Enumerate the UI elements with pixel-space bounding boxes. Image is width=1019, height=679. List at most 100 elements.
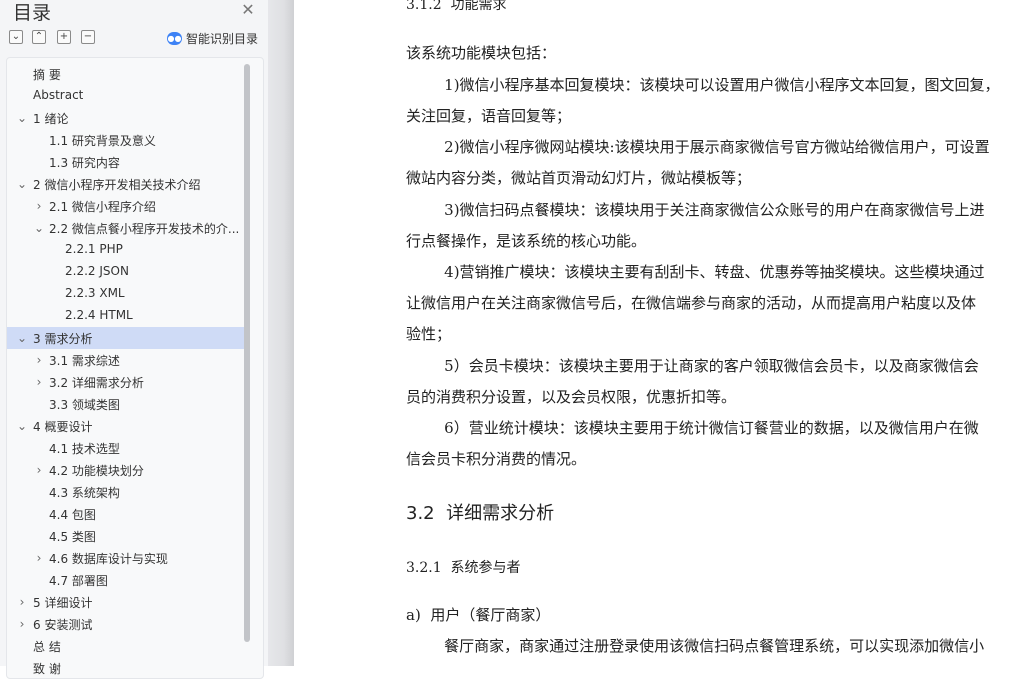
chevron-down-icon[interactable]: ⌄	[33, 221, 45, 235]
toc-sidebar: 目录 ✕ ⌄ ⌃ + − ●● 智能识别目录 摘 要 Abstract ⌄ 1 绪论 1…	[0, 0, 268, 679]
toc-item[interactable]: › 3.2 详细需求分析	[7, 371, 245, 393]
toc-item-label: 3.3 领域类图	[49, 398, 120, 412]
chevron-down-icon[interactable]: ⌄	[16, 419, 28, 433]
toc-item[interactable]: 1.3 研究内容	[7, 151, 245, 173]
paragraph-line: 信会员卡积分消费的情况。	[406, 450, 587, 468]
paragraph-line: 员的消费积分设置，以及会员权限，优惠折扣等。	[406, 388, 737, 406]
toc-item-label: 4.1 技术选型	[49, 442, 120, 456]
toc-item-label: 6 安装测试	[33, 618, 93, 632]
smart-toc-label: 智能识别目录	[186, 31, 259, 46]
toc-item-label: 1.1 研究背景及意义	[49, 134, 156, 148]
toc-scrollbar[interactable]	[244, 64, 250, 642]
toc-item-label: 2.2 微信点餐小程序开发技术的介...	[49, 222, 240, 236]
paragraph-line: 关注回复，语音回复等；	[406, 107, 572, 125]
chevron-right-icon[interactable]: ›	[33, 463, 45, 477]
chevron-down-icon[interactable]: ⌄	[16, 177, 28, 191]
toc-item-label: 2.2.1 PHP	[65, 242, 123, 256]
paragraph-line: 1)微信小程序基本回复模块：该模块可以设置用户微信小程序文本回复，图文回复，	[406, 76, 1000, 94]
toc-item[interactable]: ⌄ 2.2 微信点餐小程序开发技术的介...	[7, 217, 245, 239]
toc-list: 摘 要 Abstract ⌄ 1 绪论 1.1 研究背景及意义 1.3 研究内容 ⌄ 2 微信…	[7, 63, 245, 679]
toc-item-label: 4.7 部署图	[49, 574, 108, 588]
toc-item[interactable]: 2.2.2 JSON	[7, 261, 245, 283]
scrollbar-thumb[interactable]	[244, 64, 250, 642]
chevron-right-icon[interactable]: ›	[33, 551, 45, 565]
toc-item-label: 3.1 需求综述	[49, 354, 120, 368]
paragraph-line: 餐厅商家，商家通过注册登录使用该微信扫码点餐管理系统，可以实现添加微信小	[406, 637, 985, 655]
toc-item[interactable]: ⌄ 3 需求分析	[7, 327, 245, 349]
toc-item[interactable]: 2.2.3 XML	[7, 283, 245, 305]
toc-item[interactable]: 2.2.1 PHP	[7, 239, 245, 261]
paragraph-line: 该系统功能模块包括：	[406, 44, 557, 62]
toc-item-label: 致 谢	[33, 662, 61, 676]
ai-icon: ●●	[167, 31, 182, 45]
toc-item-label: 1.3 研究内容	[49, 156, 120, 170]
section-heading: 3.1.2 功能需求	[406, 0, 507, 13]
toc-item-label: 4 概要设计	[33, 420, 93, 434]
page-gutter	[268, 0, 294, 666]
remove-heading-icon[interactable]: −	[81, 30, 95, 44]
toc-item-label: 2.2.3 XML	[65, 286, 125, 300]
toc-item[interactable]: 总 结	[7, 635, 245, 657]
add-heading-icon[interactable]: +	[57, 30, 71, 44]
toc-item-label: 摘 要	[33, 68, 61, 82]
chevron-down-icon[interactable]: ⌄	[16, 111, 28, 125]
document-page: 3.1.2 功能需求该系统功能模块包括： 1)微信小程序基本回复模块：该模块可以…	[294, 0, 1019, 666]
collapse-all-icon[interactable]: ⌄	[9, 30, 23, 44]
paragraph-line: 验性；	[406, 325, 452, 343]
paragraph-line: 5）会员卡模块：该模块主要用于让商家的客户领取微信会员卡，以及商家微信会	[406, 357, 979, 375]
toc-item[interactable]: 摘 要	[7, 63, 245, 85]
chevron-right-icon[interactable]: ›	[16, 595, 28, 609]
toc-item[interactable]: › 4.2 功能模块划分	[7, 459, 245, 481]
toc-item[interactable]: ⌄ 2 微信小程序开发相关技术介绍	[7, 173, 245, 195]
paragraph-line: 微站内容分类，微站首页滑动幻灯片，微站模板等；	[406, 169, 752, 187]
toc-item[interactable]: › 6 安装测试	[7, 613, 245, 635]
toc-item[interactable]: 4.5 类图	[7, 525, 245, 547]
expand-up-icon[interactable]: ⌃	[32, 30, 46, 44]
toc-item-label: 3.2 详细需求分析	[49, 376, 144, 390]
paragraph-line: 2)微信小程序微网站模块:该模块用于展示商家微信号官方微站给微信用户，可设置	[406, 138, 990, 156]
paragraph-line: 行点餐操作，是该系统的核心功能。	[406, 232, 647, 250]
toc-item[interactable]: 4.7 部署图	[7, 569, 245, 591]
toc-item[interactable]: 1.1 研究背景及意义	[7, 129, 245, 151]
toc-item[interactable]: 致 谢	[7, 657, 245, 679]
toc-item[interactable]: 3.3 领域类图	[7, 393, 245, 415]
toc-item-label: 2.1 微信小程序介绍	[49, 200, 156, 214]
chevron-right-icon[interactable]: ›	[33, 199, 45, 213]
toc-item[interactable]: ⌄ 1 绪论	[7, 107, 245, 129]
toc-item[interactable]: › 4.6 数据库设计与实现	[7, 547, 245, 569]
toc-title: 目录	[13, 2, 52, 24]
toc-item[interactable]: › 5 详细设计	[7, 591, 245, 613]
smart-toc-button[interactable]: ●● 智能识别目录	[167, 30, 258, 46]
toc-item[interactable]: 4.3 系统架构	[7, 481, 245, 503]
chevron-right-icon[interactable]: ›	[33, 353, 45, 367]
toc-item[interactable]: 4.1 技术选型	[7, 437, 245, 459]
toc-item[interactable]: ⌄ 4 概要设计	[7, 415, 245, 437]
toc-item[interactable]: 4.4 包图	[7, 503, 245, 525]
toc-item-label: Abstract	[33, 88, 84, 102]
toc-item-label: 1 绪论	[33, 112, 69, 126]
toc-item-label: 2.2.4 HTML	[65, 308, 133, 322]
toc-item-label: 4.5 类图	[49, 530, 96, 544]
paragraph-line: 6）营业统计模块：该模块主要用于统计微信订餐营业的数据，以及微信用户在微	[406, 419, 979, 437]
toc-item-label: 5 详细设计	[33, 596, 93, 610]
paragraph-line: 4)营销推广模块：该模块主要有刮刮卡、转盘、优惠券等抽奖模块。这些模块通过	[406, 263, 985, 281]
section-heading: 3.2 详细需求分析	[406, 503, 555, 524]
paragraph-line: 3)微信扫码点餐模块：该模块用于关注商家微信公众账号的用户在商家微信号上进	[406, 201, 985, 219]
toc-item-label: 2 微信小程序开发相关技术介绍	[33, 178, 201, 192]
toc-panel: 摘 要 Abstract ⌄ 1 绪论 1.1 研究背景及意义 1.3 研究内容 ⌄ 2 微信…	[6, 57, 264, 679]
close-icon[interactable]: ✕	[240, 2, 256, 18]
toc-item[interactable]: Abstract	[7, 85, 245, 107]
chevron-right-icon[interactable]: ›	[16, 617, 28, 631]
toc-item[interactable]: › 3.1 需求综述	[7, 349, 245, 371]
chevron-right-icon[interactable]: ›	[33, 375, 45, 389]
toc-item[interactable]: › 2.1 微信小程序介绍	[7, 195, 245, 217]
toc-item-label: 总 结	[33, 640, 61, 654]
toc-item[interactable]: 2.2.4 HTML	[7, 305, 245, 327]
toc-item-label: 4.6 数据库设计与实现	[49, 552, 168, 566]
toc-item-label: 4.4 包图	[49, 508, 96, 522]
chevron-down-icon[interactable]: ⌄	[16, 331, 28, 345]
paragraph-line: a) 用户（餐厅商家）	[406, 606, 551, 624]
toc-item-label: 2.2.2 JSON	[65, 264, 129, 278]
toc-item-label: 4.3 系统架构	[49, 486, 120, 500]
toc-item-label: 3 需求分析	[33, 332, 93, 346]
